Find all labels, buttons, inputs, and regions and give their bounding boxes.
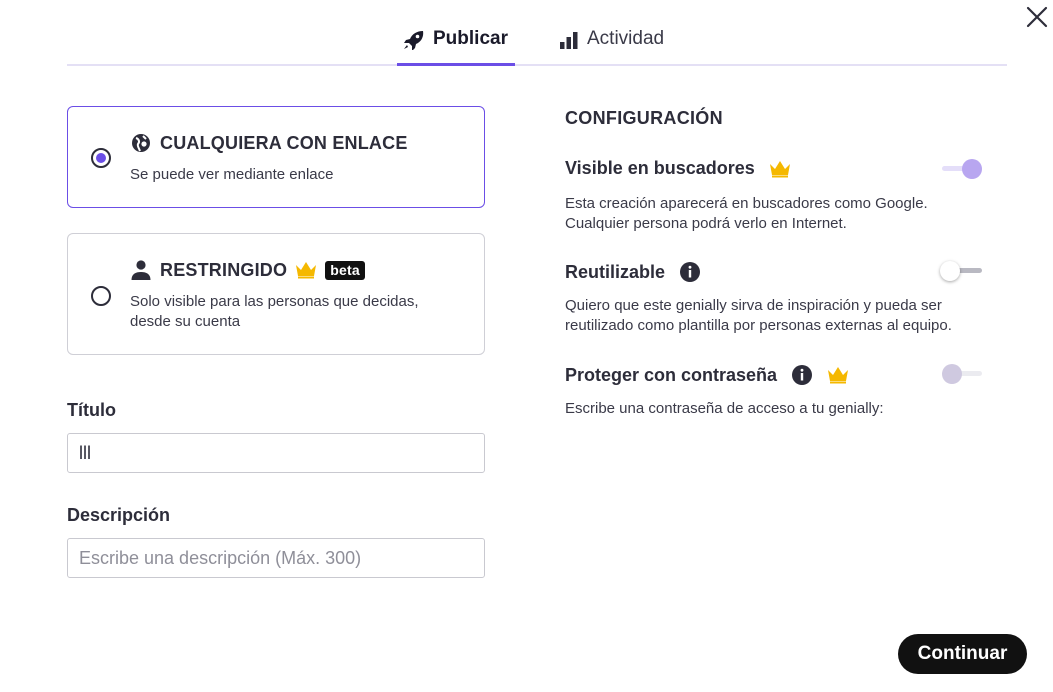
visibility-option-restricted[interactable]: RESTRINGIDO beta Solo visible para las p… [67,233,485,355]
password-protect-toggle[interactable] [940,363,984,385]
search-visibility-description: Esta creación aparecerá en buscadores co… [565,195,928,232]
crown-icon [296,262,317,279]
password-protect-title: Proteger con contraseña [565,364,849,386]
reusable-title: Reutilizable [565,261,701,283]
tab-actividad[interactable]: Actividad [559,28,664,66]
title-label: Título [67,400,116,420]
crown-icon [769,160,790,177]
bar-chart-icon [560,32,578,49]
tab-publicar[interactable]: Publicar [397,28,515,66]
tab-label: Actividad [587,28,665,49]
radio-button-selected[interactable] [91,148,111,168]
option-description: Se puede ver mediante enlace [130,166,334,183]
person-icon [131,260,151,280]
info-icon[interactable] [791,364,813,386]
option-title: RESTRINGIDO beta [130,259,365,281]
crown-icon [828,367,849,384]
tab-bar: Publicar Actividad [67,0,1007,66]
title-input[interactable] [67,433,485,473]
close-icon[interactable] [1024,4,1050,30]
continue-button[interactable]: Continuar [898,634,1027,674]
visibility-option-anyone-with-link[interactable]: CUALQUIERA CON ENLACE Se puede ver media… [67,106,485,208]
search-visibility-title: Visible en buscadores [565,158,791,179]
beta-badge: beta [325,260,365,280]
rocket-icon [404,31,424,50]
reusable-toggle[interactable] [940,260,984,282]
description-label: Descripción [67,505,171,525]
description-input[interactable] [67,538,485,578]
reusable-description: Quiero que este genially sirva de inspir… [565,297,952,334]
tab-label: Publicar [433,28,508,49]
option-title: CUALQUIERA CON ENLACE [130,132,408,154]
link-globe-icon [132,134,150,152]
option-description: Solo visible para las personas que decid… [130,293,419,330]
config-heading: CONFIGURACIÓN [565,108,723,128]
password-protect-description: Escribe una contraseña de acceso a tu ge… [565,400,884,417]
info-icon[interactable] [679,261,701,283]
radio-button[interactable] [91,286,111,306]
search-visibility-toggle[interactable] [940,158,984,180]
